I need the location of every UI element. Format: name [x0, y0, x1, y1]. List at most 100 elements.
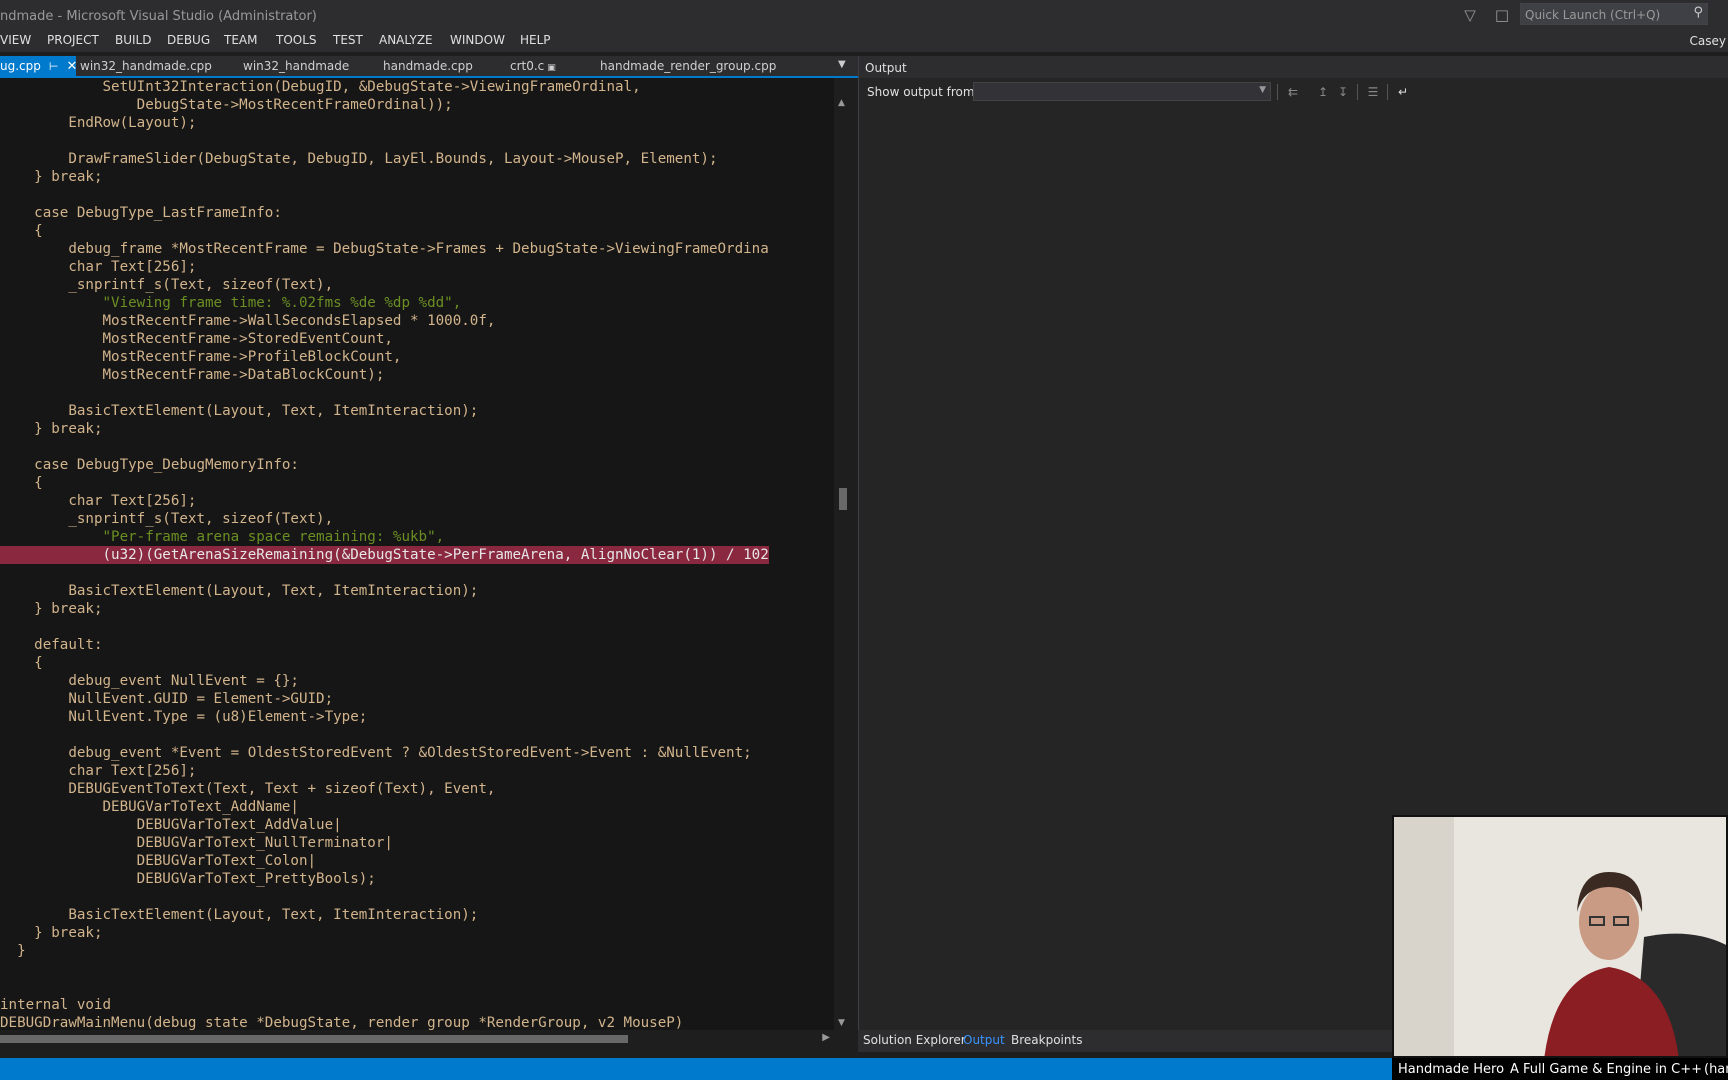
code-line[interactable]	[0, 384, 769, 402]
code-line[interactable]	[0, 978, 769, 996]
feedback-icon[interactable]: □	[1491, 4, 1513, 26]
code-line[interactable]: SetUInt32Interaction(DebugID, &DebugStat…	[0, 78, 769, 96]
code-editor[interactable]: SetUInt32Interaction(DebugID, &DebugStat…	[0, 78, 834, 1030]
code-line[interactable]: }	[0, 942, 769, 960]
tab-win32-handmade-cpp[interactable]: win32_handmade.cpp	[80, 56, 212, 76]
code-text[interactable]: SetUInt32Interaction(DebugID, &DebugStat…	[0, 78, 769, 1030]
code-line[interactable]	[0, 132, 769, 150]
menu-help[interactable]: HELP	[520, 33, 551, 47]
code-line[interactable]	[0, 960, 769, 978]
code-line[interactable]: MostRecentFrame->ProfileBlockCount,	[0, 348, 769, 366]
lock-icon: ▣	[547, 63, 556, 73]
code-line[interactable]: DEBUGVarToText_PrettyBools);	[0, 870, 769, 888]
horizontal-scroll-thumb[interactable]	[0, 1035, 628, 1043]
code-line[interactable]: internal void	[0, 996, 769, 1014]
code-line[interactable]: DEBUGVarToText_AddValue|	[0, 816, 769, 834]
code-line[interactable]	[0, 564, 769, 582]
code-line[interactable]	[0, 186, 769, 204]
menu-window[interactable]: WINDOW	[450, 33, 505, 47]
code-line[interactable]: char Text[256];	[0, 258, 769, 276]
code-line-highlighted[interactable]: (u32)(GetArenaSizeRemaining(&DebugState-…	[0, 546, 769, 564]
tab-crt0-c[interactable]: crt0.c ▣	[510, 56, 556, 76]
code-line[interactable]	[0, 726, 769, 744]
search-icon[interactable]: ⚲	[1693, 5, 1703, 20]
menu-build[interactable]: BUILD	[115, 33, 151, 47]
quick-launch-input[interactable]	[1521, 5, 1681, 25]
code-line[interactable]: MostRecentFrame->StoredEventCount,	[0, 330, 769, 348]
menu-project[interactable]: PROJECT	[47, 33, 99, 47]
tab-label: ug.cpp	[0, 59, 41, 73]
tab-overflow-dropdown-icon[interactable]: ▼	[838, 59, 852, 70]
code-line[interactable]: NullEvent.Type = (u8)Element->Type;	[0, 708, 769, 726]
code-line[interactable]: DrawFrameSlider(DebugState, DebugID, Lay…	[0, 150, 769, 168]
menu-debug[interactable]: DEBUG	[167, 33, 210, 47]
user-name[interactable]: Casey	[1690, 34, 1726, 48]
horizontal-scrollbar[interactable]: ▶	[0, 1032, 834, 1046]
tab-debug-cpp[interactable]: ug.cpp ⊢ ✕	[0, 56, 77, 76]
code-line[interactable]: debug_frame *MostRecentFrame = DebugStat…	[0, 240, 768, 258]
code-line[interactable]: MostRecentFrame->WallSecondsElapsed * 10…	[0, 312, 769, 330]
code-line[interactable]: "Viewing frame time: %.02fms %de %dp %dd…	[0, 294, 769, 312]
code-line[interactable]: } break;	[0, 168, 769, 186]
menu-view[interactable]: VIEW	[0, 33, 31, 47]
tab-output[interactable]: Output	[963, 1033, 1005, 1047]
caption-extra: (han	[1704, 1062, 1728, 1077]
code-line[interactable]	[0, 888, 769, 906]
previous-message-icon[interactable]: ↥	[1313, 83, 1333, 101]
code-line[interactable]: BasicTextElement(Layout, Text, ItemInter…	[0, 582, 769, 600]
code-line[interactable]: "Per-frame arena space remaining: %ukb",	[0, 528, 769, 546]
menu-tools[interactable]: TOOLS	[276, 33, 317, 47]
code-line[interactable]: BasicTextElement(Layout, Text, ItemInter…	[0, 402, 769, 420]
code-line[interactable]: DebugState->MostRecentFrameOrdinal));	[0, 96, 769, 114]
code-line[interactable]: DEBUGVarToText_NullTerminator|	[0, 834, 769, 852]
code-line[interactable]: {	[0, 474, 769, 492]
code-line[interactable]: EndRow(Layout);	[0, 114, 769, 132]
code-line[interactable]: } break;	[0, 420, 769, 438]
code-line[interactable]: BasicTextElement(Layout, Text, ItemInter…	[0, 906, 769, 924]
output-source-select[interactable]: ▼	[973, 82, 1271, 101]
code-line[interactable]: default:	[0, 636, 769, 654]
quick-launch-box[interactable]: ⚲	[1520, 3, 1708, 25]
code-line[interactable]: DEBUGEventToText(Text, Text + sizeof(Tex…	[0, 780, 769, 798]
menu-team[interactable]: TEAM	[224, 33, 257, 47]
code-line[interactable]: DEBUGDrawMainMenu(debug_state *DebugStat…	[0, 1014, 769, 1030]
tab-win32-handmade[interactable]: win32_handmade	[243, 56, 349, 76]
code-line[interactable]: char Text[256];	[0, 492, 769, 510]
code-line[interactable]: debug_event *Event = OldestStoredEvent ?…	[0, 744, 769, 762]
find-message-in-code-icon[interactable]: ⇇	[1283, 83, 1303, 101]
code-line[interactable]: DEBUGVarToText_Colon|	[0, 852, 769, 870]
toggle-word-wrap-icon[interactable]: ↵	[1393, 83, 1413, 101]
code-line[interactable]: debug_event NullEvent = {};	[0, 672, 769, 690]
menu-test[interactable]: TEST	[333, 33, 363, 47]
pin-icon[interactable]: ⊢	[49, 60, 59, 73]
code-line[interactable]: case DebugType_LastFrameInfo:	[0, 204, 769, 222]
vertical-scroll-thumb[interactable]	[839, 488, 847, 510]
filter-icon[interactable]: ▽	[1459, 4, 1481, 26]
code-line[interactable]: _snprintf_s(Text, sizeof(Text),	[0, 510, 769, 528]
scroll-right-icon[interactable]: ▶	[822, 1032, 830, 1043]
scroll-down-icon[interactable]: ▼	[838, 1018, 845, 1028]
toolbar-separator	[1357, 84, 1358, 100]
code-line[interactable]	[0, 618, 769, 636]
code-line[interactable]: char Text[256];	[0, 762, 769, 780]
tab-handmade-cpp[interactable]: handmade.cpp	[383, 56, 473, 76]
next-message-icon[interactable]: ↧	[1333, 83, 1353, 101]
code-line[interactable]: {	[0, 222, 769, 240]
tab-breakpoints[interactable]: Breakpoints	[1011, 1033, 1082, 1047]
code-line[interactable]: NullEvent.GUID = Element->GUID;	[0, 690, 769, 708]
code-line[interactable]: {	[0, 654, 769, 672]
scroll-up-icon[interactable]: ▲	[838, 98, 845, 108]
tab-handmade-render-group-cpp[interactable]: handmade_render_group.cpp	[600, 56, 776, 76]
menu-analyze[interactable]: ANALYZE	[379, 33, 433, 47]
code-line[interactable]: } break;	[0, 924, 769, 942]
code-line[interactable]: DEBUGVarToText_AddName|	[0, 798, 769, 816]
code-line[interactable]: } break;	[0, 600, 769, 618]
vertical-scrollbar[interactable]: ▲ ▼	[836, 80, 850, 1030]
code-line[interactable]: case DebugType_DebugMemoryInfo:	[0, 456, 769, 474]
code-line[interactable]: MostRecentFrame->DataBlockCount);	[0, 366, 769, 384]
close-icon[interactable]: ✕	[66, 59, 77, 74]
tab-solution-explorer[interactable]: Solution Explorer	[863, 1033, 966, 1047]
clear-all-icon[interactable]: ☰	[1363, 83, 1383, 101]
code-line[interactable]: _snprintf_s(Text, sizeof(Text),	[0, 276, 769, 294]
code-line[interactable]	[0, 438, 769, 456]
